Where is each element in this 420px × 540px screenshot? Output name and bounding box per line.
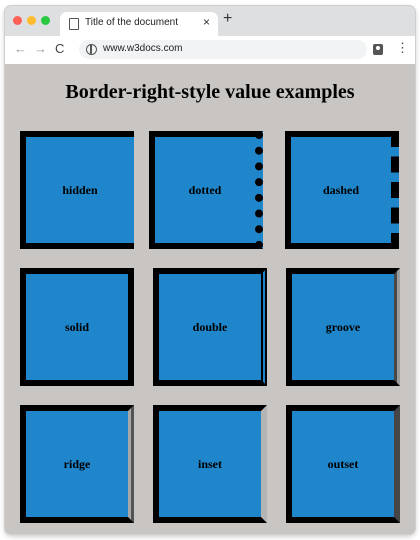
tab-title: Title of the document <box>85 17 179 28</box>
box-label: groove <box>325 319 361 334</box>
close-window-button[interactable] <box>13 16 22 25</box>
box-hidden: hidden <box>20 131 134 249</box>
box-inset: inset <box>153 405 267 523</box>
page-content: Border-right-style value examples hidden… <box>5 64 415 534</box>
box-solid: solid <box>20 268 134 386</box>
reload-button[interactable]: C <box>55 41 64 56</box>
box-outset: outset <box>286 405 400 523</box>
url-text[interactable]: www.w3docs.com <box>103 43 182 54</box>
box-dotted: dotted <box>149 131 263 249</box>
browser-window: Title of the document × + ← → C www.w3do… <box>5 6 415 534</box>
document-icon <box>69 18 79 30</box>
tab-close-icon[interactable]: × <box>203 15 210 29</box>
address-bar[interactable]: www.w3docs.com <box>79 40 367 59</box>
back-button[interactable]: ← <box>14 41 27 56</box>
maximize-window-button[interactable] <box>41 16 50 25</box>
box-label: outset <box>327 456 359 471</box>
box-label: inset <box>198 456 222 471</box>
profile-icon[interactable] <box>373 44 383 55</box>
box-groove: groove <box>286 268 400 386</box>
box-label: hidden <box>62 182 98 197</box>
browser-toolbar: ← → C www.w3docs.com ⋮ <box>5 36 415 65</box>
box-double: double <box>153 268 267 386</box>
box-label: solid <box>64 319 89 334</box>
tab-bar: Title of the document × + <box>5 6 415 36</box>
box-label: dotted <box>188 182 222 197</box>
minimize-window-button[interactable] <box>27 16 36 25</box>
box-ridge: ridge <box>20 405 134 523</box>
globe-icon <box>86 44 97 55</box>
new-tab-button[interactable]: + <box>223 10 232 28</box>
forward-button[interactable]: → <box>34 41 47 56</box>
browser-tab[interactable]: Title of the document × <box>60 12 218 36</box>
box-label: double <box>192 319 228 334</box>
page-title: Border-right-style value examples <box>65 81 355 103</box>
box-label: ridge <box>63 456 91 471</box>
box-label: dashed <box>322 182 360 197</box>
box-dashed: dashed <box>285 131 399 249</box>
menu-icon[interactable]: ⋮ <box>396 41 409 54</box>
